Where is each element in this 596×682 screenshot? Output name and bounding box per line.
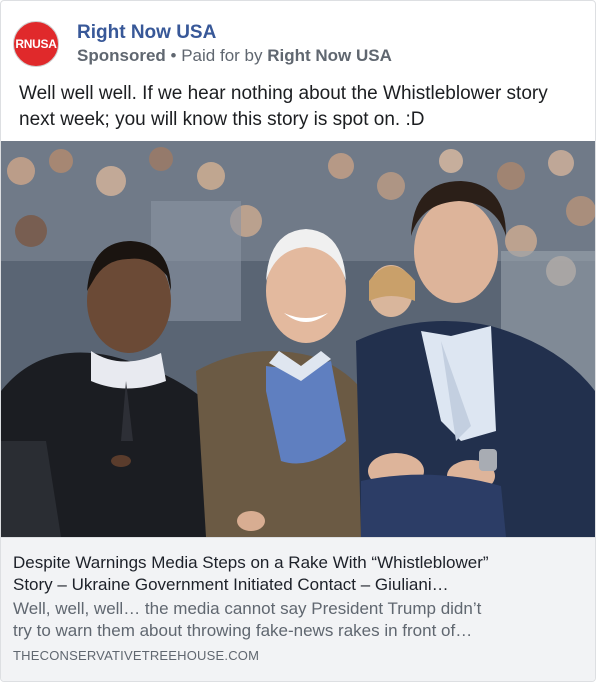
link-title-line-1: Despite Warnings Media Steps on a Rake W… xyxy=(13,553,489,572)
page-name-link[interactable]: Right Now USA xyxy=(77,22,216,44)
paid-for-label: Paid for by xyxy=(181,46,263,65)
post-image[interactable] xyxy=(1,141,595,537)
link-preview[interactable]: Despite Warnings Media Steps on a Rake W… xyxy=(1,537,595,681)
link-desc-line-1: Well, well, well… the media cannot say P… xyxy=(13,599,482,618)
post-meta: Sponsored • Paid for by Right Now USA xyxy=(77,46,392,66)
avatar-logo-text: RNUSA xyxy=(15,37,57,51)
page-avatar[interactable]: RNUSA xyxy=(13,21,59,67)
sponsored-post-card: RNUSA Right Now USA Sponsored • Paid for… xyxy=(0,0,596,682)
link-title-line-2: Story – Ukraine Government Initiated Con… xyxy=(13,575,449,594)
link-desc-line-2: try to warn them about throwing fake-new… xyxy=(13,621,473,640)
post-header: RNUSA Right Now USA Sponsored • Paid for… xyxy=(13,17,583,67)
link-preview-description: Well, well, well… the media cannot say P… xyxy=(13,598,583,642)
photo-three-men-courtside xyxy=(1,141,595,537)
link-preview-domain: THECONSERVATIVETREEHOUSE.COM xyxy=(13,648,260,663)
payer-name-link[interactable]: Right Now USA xyxy=(267,46,392,65)
link-preview-title[interactable]: Despite Warnings Media Steps on a Rake W… xyxy=(13,552,583,596)
sponsored-label[interactable]: Sponsored xyxy=(77,46,166,65)
post-message: Well well well. If we hear nothing about… xyxy=(19,83,548,130)
meta-separator: • xyxy=(170,46,177,65)
